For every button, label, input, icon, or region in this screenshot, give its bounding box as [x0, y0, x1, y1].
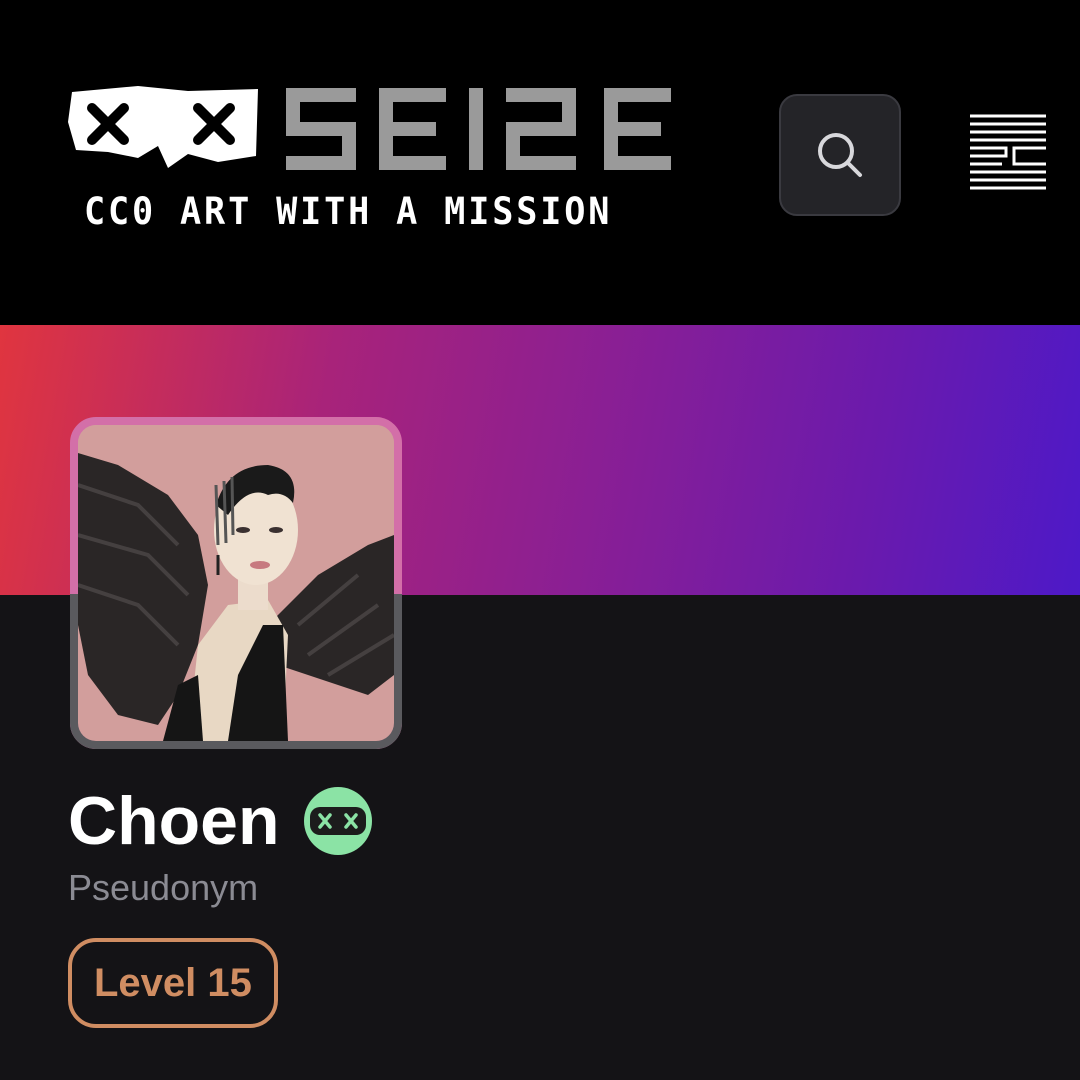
seize-logo-mark-icon	[68, 86, 258, 168]
profile-name-row: Choen	[68, 778, 372, 864]
hamburger-menu-icon	[970, 114, 1046, 190]
profile-classification: Pseudonym	[68, 867, 259, 908]
seize-logo[interactable]: CC0 ART WITH A MISSION	[68, 86, 680, 236]
search-icon	[818, 133, 862, 177]
menu-button[interactable]	[966, 112, 1050, 196]
top-header: CC0 ART WITH A MISSION	[0, 0, 1080, 325]
search-button[interactable]	[779, 94, 901, 216]
profile-page: CC0 ART WITH A MISSION Choen Pseudonym L…	[0, 0, 1080, 1080]
profile-avatar[interactable]	[70, 417, 402, 749]
level-label: Level 15	[94, 960, 252, 1005]
avatar-artwork	[78, 425, 394, 741]
level-badge[interactable]: Level 15	[68, 938, 278, 1028]
profile-name: Choen	[68, 783, 280, 859]
seize-face-badge-icon	[303, 787, 372, 855]
logo-tagline: CC0 ART WITH A MISSION	[84, 190, 613, 233]
seize-wordmark	[286, 88, 671, 170]
